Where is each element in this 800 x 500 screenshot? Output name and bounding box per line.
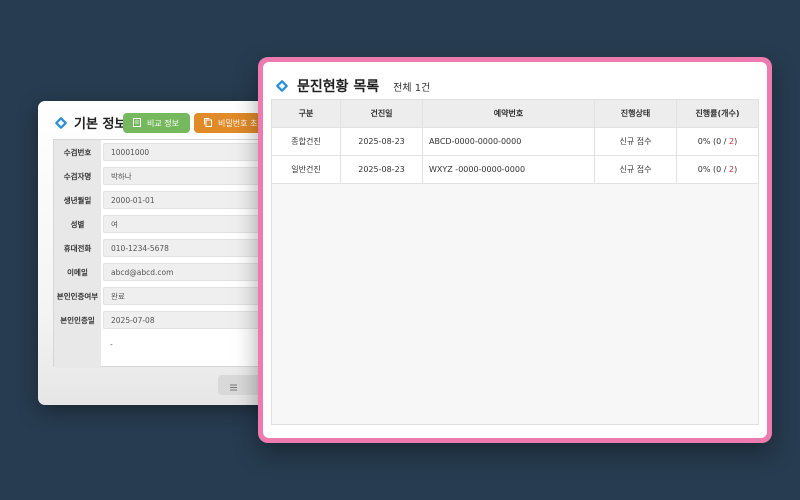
copy-icon [204,117,212,129]
diamond-icon [275,79,289,93]
info-value: 010-1234-5678 [103,239,278,257]
info-value: 완료 [103,287,278,305]
info-label: 본인인증여부 [54,284,101,308]
info-value: abcd@abcd.com [103,263,278,281]
cell-status: 신규 접수 [595,128,677,155]
compare-info-label: 비교 정보 [147,118,179,128]
questionnaire-list-header: 문진현황 목록 전체 1건 [275,76,430,96]
progress-suffix: ) [734,165,738,174]
diamond-icon [54,116,68,130]
column-header-date[interactable]: 건진일 [341,100,423,127]
cell-status: 신규 접수 [595,156,677,183]
questionnaire-table: 구분 건진일 예약번호 진행상태 진행률(개수) 종합건진 2025-08-23… [271,99,759,425]
info-row-verification: 본인인증여부 완료 [54,284,278,308]
info-label: 본인인증일 [54,308,101,332]
info-row-birthdate: 생년월일 2000-01-01 [54,188,278,212]
info-value: 여 [103,215,278,233]
basic-info-title: 기본 정보 [74,117,127,132]
list-icon [230,376,237,395]
table-row[interactable]: 종합건진 2025-08-23 ABCD-0000-0000-0000 신규 접… [272,128,758,156]
info-value: 10001000 [103,143,278,161]
cell-date: 2025-08-23 [341,128,423,155]
questionnaire-list-panel: 문진현황 목록 전체 1건 구분 건진일 예약번호 진행상태 진행률(개수) 종… [258,57,772,443]
info-label: 이메일 [54,260,101,284]
total-count: 전체 1건 [393,82,431,94]
info-value: 2025-07-08 [103,311,278,329]
info-row-name: 수검자명 박하나 [54,164,278,188]
info-row-gender: 성별 여 [54,212,278,236]
progress-prefix: 0% (0 / [697,137,729,146]
info-row-email: 이메일 abcd@abcd.com [54,260,278,284]
info-row-exam-number: 수검번호 10001000 [54,140,278,164]
column-header-status[interactable]: 진행상태 [595,100,677,127]
cell-reservation: ABCD-0000-0000-0000 [423,128,595,155]
password-reset-label: 비밀번호 초 [218,118,258,128]
basic-info-table: 수검번호 10001000 수검자명 박하나 생년월일 2000-01-01 성… [53,139,278,368]
info-value: 박하나 [103,167,278,185]
info-row-phone: 휴대전화 010-1234-5678 [54,236,278,260]
progress-suffix: ) [734,137,738,146]
info-row-verification-date: 본인인증일 2025-07-08 [54,308,278,332]
info-value: - [110,339,113,349]
table-row[interactable]: 일반건진 2025-08-23 WXYZ -0000-0000-0000 신규 … [272,156,758,184]
basic-info-header: 기본 정보 [54,113,126,132]
info-label: 성별 [54,212,101,236]
questionnaire-list-title: 문진현황 목록 [297,79,380,95]
info-label: 수검번호 [54,140,101,164]
cell-type: 종합건진 [272,128,341,155]
table-header-row: 구분 건진일 예약번호 진행상태 진행률(개수) [272,100,758,128]
compare-info-button[interactable]: 비교 정보 [123,113,190,133]
column-header-progress[interactable]: 진행률(개수) [677,100,758,127]
column-header-reservation[interactable]: 예약번호 [423,100,595,127]
basic-info-panel: 기본 정보 비교 정보 비밀번호 초 수검번호 10001000 수검자명 박하… [38,101,278,405]
cell-type: 일반건진 [272,156,341,183]
info-label: 수검자명 [54,164,101,188]
info-row-extra: - [54,332,278,352]
questionnaire-list-body: 문진현황 목록 전체 1건 구분 건진일 예약번호 진행상태 진행률(개수) 종… [263,62,767,438]
cell-reservation: WXYZ -0000-0000-0000 [423,156,595,183]
info-value: 2000-01-01 [103,191,278,209]
cell-progress: 0% (0 / 2) [677,156,758,183]
info-label: 생년월일 [54,188,101,212]
column-header-type[interactable]: 구분 [272,100,341,127]
cell-progress: 0% (0 / 2) [677,128,758,155]
document-icon [133,117,141,129]
progress-prefix: 0% (0 / [697,165,729,174]
info-label: 휴대전화 [54,236,101,260]
cell-date: 2025-08-23 [341,156,423,183]
